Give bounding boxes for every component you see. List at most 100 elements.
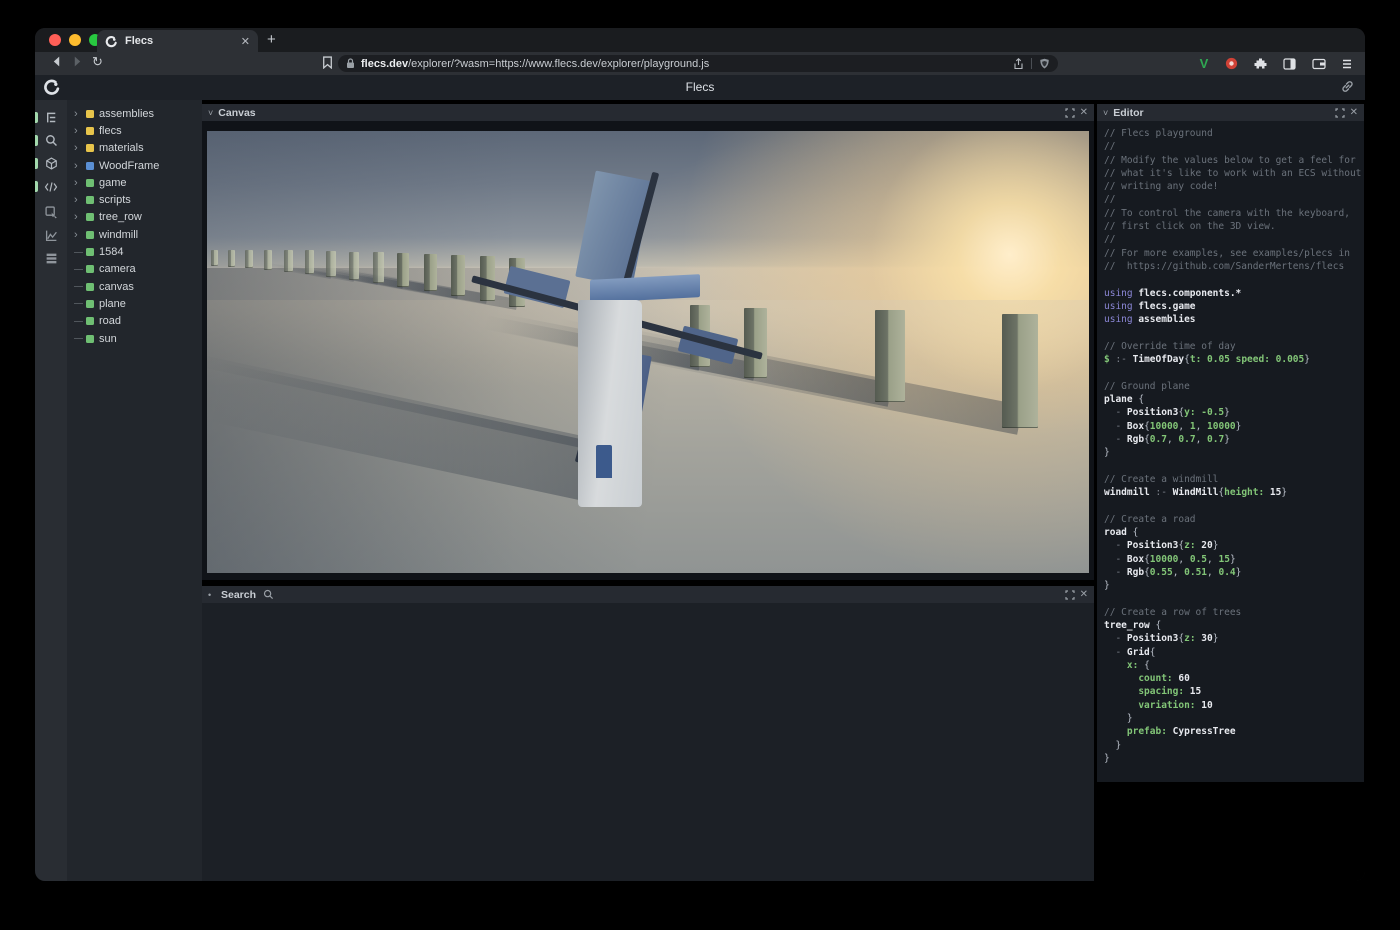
close-icon[interactable]: ✕ <box>1080 589 1088 600</box>
tree-item-game[interactable]: ›game <box>67 174 202 191</box>
entity-label: canvas <box>99 281 134 293</box>
tree-item-assemblies[interactable]: › assemblies <box>67 105 202 122</box>
tree-item-road[interactable]: road <box>67 313 202 330</box>
extensions-puzzle-icon[interactable] <box>1254 57 1270 70</box>
chevron-down-icon[interactable]: ˅ <box>208 108 213 118</box>
scene-tree <box>373 252 384 283</box>
code-line: // <box>1104 233 1364 246</box>
code-editor[interactable]: // Flecs playground//// Modify the value… <box>1097 121 1364 782</box>
address-bar[interactable]: flecs.dev/explorer/?wasm=https://www.fle… <box>338 55 1058 72</box>
chevron-right-icon[interactable]: › <box>74 109 84 119</box>
entity-label: sun <box>99 333 117 345</box>
url-text: flecs.dev/explorer/?wasm=https://www.fle… <box>361 58 1007 70</box>
tree-item-materials[interactable]: › materials <box>67 140 202 157</box>
sidebar-tool-hierarchy-icon[interactable] <box>35 106 67 129</box>
traffic-lights <box>49 34 101 46</box>
sidebar-tool-inspect-icon[interactable] <box>35 201 67 224</box>
three-d-viewport[interactable] <box>207 131 1089 573</box>
tree-item-flecs[interactable]: ›flecs <box>67 122 202 139</box>
chevron-right-icon[interactable]: › <box>74 195 84 205</box>
entity-label: materials <box>99 142 144 154</box>
tab-close-icon[interactable]: ✕ <box>241 35 250 48</box>
tree-item-canvas[interactable]: canvas <box>67 278 202 295</box>
tree-item-windmill[interactable]: ›windmill <box>67 226 202 243</box>
code-line: road { <box>1104 526 1364 539</box>
close-icon[interactable]: ✕ <box>1350 107 1358 118</box>
code-line: - Box{10000, 1, 10000} <box>1104 420 1364 433</box>
share-link-icon[interactable] <box>1340 79 1355 94</box>
tree-item-camera[interactable]: camera <box>67 261 202 278</box>
search-icon[interactable] <box>263 589 274 600</box>
chevron-down-icon[interactable]: ˅ <box>1103 108 1108 118</box>
tree-item-plane[interactable]: plane <box>67 295 202 312</box>
fullscreen-icon[interactable] <box>1065 590 1075 600</box>
windmill-door <box>596 445 612 478</box>
extension-icons: V <box>1196 54 1357 73</box>
brave-shield-icon[interactable] <box>1039 58 1050 70</box>
red-extension-icon[interactable] <box>1225 57 1241 70</box>
entity-color-square <box>86 335 94 343</box>
tree-item-WoodFrame[interactable]: › WoodFrame <box>67 157 202 174</box>
code-line: // writing any code! <box>1104 180 1364 193</box>
tree-item-scripts[interactable]: ›scripts <box>67 191 202 208</box>
bookmark-icon[interactable] <box>322 56 333 69</box>
code-line: // <box>1104 193 1364 206</box>
wallet-icon[interactable] <box>1312 58 1328 70</box>
entity-label: camera <box>99 263 136 275</box>
code-line: // Create a road <box>1104 513 1364 526</box>
entity-color-square <box>86 127 94 135</box>
close-window-button[interactable] <box>49 34 61 46</box>
code-line: prefab: CypressTree <box>1104 725 1364 738</box>
fullscreen-icon[interactable] <box>1065 108 1075 118</box>
code-line: - Rgb{0.7, 0.7, 0.7} <box>1104 433 1364 446</box>
entity-tree-panel: ›assemblies›flecs›materials›WoodFrame›ga… <box>67 100 202 881</box>
close-icon[interactable]: ✕ <box>1080 107 1088 118</box>
scene-tree <box>284 250 293 272</box>
editor-panel: ˅ Editor ✕ // Flecs playground//// Modif… <box>1097 104 1364 782</box>
active-indicator <box>35 181 38 192</box>
reload-button[interactable]: ↻ <box>92 54 103 70</box>
sidebar-tool-code-icon[interactable] <box>35 175 67 198</box>
chevron-right-icon[interactable]: › <box>74 212 84 222</box>
new-tab-button[interactable]: + <box>267 31 276 49</box>
forward-button[interactable] <box>71 55 84 68</box>
sidebar-toggle-icon[interactable] <box>1283 58 1299 70</box>
collapsed-bullet-icon[interactable]: • <box>208 590 216 600</box>
tree-item-tree_row[interactable]: ›tree_row <box>67 209 202 226</box>
minimize-window-button[interactable] <box>69 34 81 46</box>
code-line: count: 60 <box>1104 672 1364 685</box>
entity-label: assemblies <box>99 108 154 120</box>
sidebar-tool-search-icon[interactable] <box>35 129 67 152</box>
chevron-right-icon[interactable]: › <box>74 143 84 153</box>
vimium-extension-icon[interactable]: V <box>1196 56 1212 71</box>
code-line: x: { <box>1104 659 1364 672</box>
search-panel-header: • Search ✕ <box>202 586 1094 603</box>
menu-icon[interactable] <box>1341 58 1357 70</box>
code-line: // For more examples, see examples/plecs… <box>1104 247 1364 260</box>
scene-tree <box>451 255 465 296</box>
chevron-right-icon[interactable]: › <box>74 230 84 240</box>
entity-color-square <box>86 231 94 239</box>
code-line <box>1104 366 1364 379</box>
code-line: - Position3{z: 30} <box>1104 632 1364 645</box>
chevron-right-icon[interactable]: › <box>74 161 84 171</box>
scene-tree <box>305 250 314 274</box>
tree-item-1584[interactable]: 1584 <box>67 243 202 260</box>
back-button[interactable] <box>50 55 63 68</box>
code-line: - Position3{y: -0.5} <box>1104 406 1364 419</box>
chevron-right-icon[interactable]: › <box>74 178 84 188</box>
tree-item-sun[interactable]: sun <box>67 330 202 347</box>
entity-color-square <box>86 317 94 325</box>
scene-tree <box>875 310 905 402</box>
chevron-right-icon[interactable]: › <box>74 126 84 136</box>
scene-tree <box>349 252 359 280</box>
fullscreen-icon[interactable] <box>1335 108 1345 118</box>
sidebar-tool-rows-icon[interactable] <box>35 247 67 270</box>
browser-window: Flecs ✕ + ↻ flecs.dev/explorer/?wasm=htt… <box>35 28 1365 881</box>
sidebar-tool-cube-icon[interactable] <box>35 152 67 175</box>
sidebar-tool-chart-icon[interactable] <box>35 224 67 247</box>
share-icon[interactable] <box>1013 58 1024 70</box>
browser-tab-flecs[interactable]: Flecs ✕ <box>97 30 258 52</box>
entity-label: WoodFrame <box>99 160 159 172</box>
entity-color-square <box>86 110 94 118</box>
